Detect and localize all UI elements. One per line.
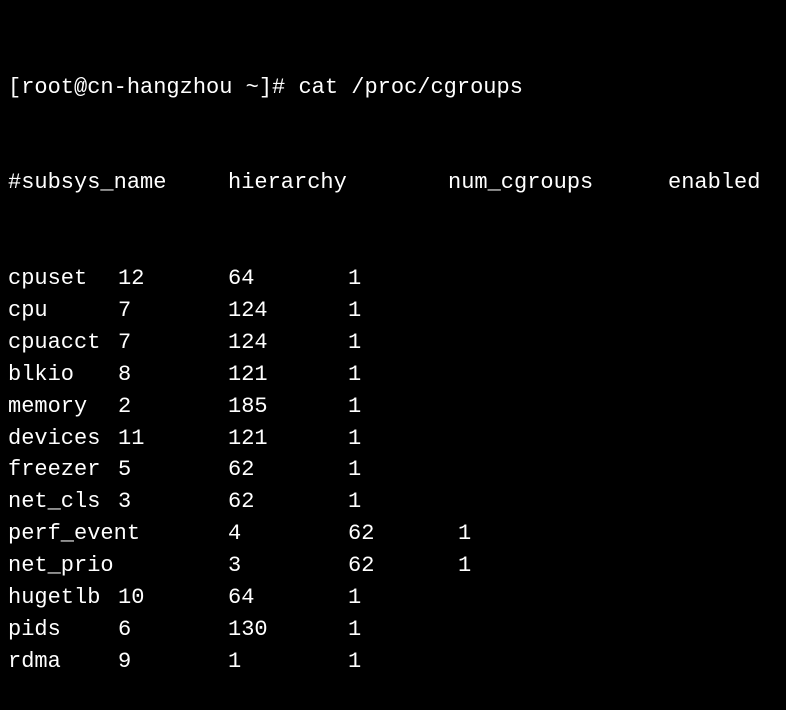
cell-subsys: hugetlb <box>8 582 118 614</box>
header-enabled: enabled <box>668 167 778 199</box>
table-row: freezer5621 <box>8 454 778 486</box>
cell-num-cgroups: 121 <box>228 359 348 391</box>
cell-subsys: memory <box>8 391 118 423</box>
table-row: hugetlb10641 <box>8 582 778 614</box>
table-body: cpuset12641cpu71241cpuacct71241blkio8121… <box>8 263 778 678</box>
cell-enabled: 1 <box>348 614 458 646</box>
cell-hierarchy: 9 <box>118 646 228 678</box>
terminal-output: [root@cn-hangzhou ~]# cat /proc/cgroups … <box>8 8 778 710</box>
cell-num-cgroups: 64 <box>228 582 348 614</box>
cell-hierarchy: 5 <box>118 454 228 486</box>
cell-subsys: perf_event <box>8 518 228 550</box>
cell-num-cgroups: 62 <box>228 486 348 518</box>
cell-hierarchy: 6 <box>118 614 228 646</box>
prompt-line: [root@cn-hangzhou ~]# cat /proc/cgroups <box>8 72 778 104</box>
cell-hierarchy: 12 <box>118 263 228 295</box>
cell-enabled: 1 <box>348 486 458 518</box>
cell-hierarchy: 7 <box>118 295 228 327</box>
cell-num-cgroups: 64 <box>228 263 348 295</box>
cell-num-cgroups: 124 <box>228 327 348 359</box>
shell-prompt: [root@cn-hangzhou ~]# <box>8 72 285 104</box>
cell-enabled: 1 <box>348 359 458 391</box>
cell-hierarchy: 2 <box>118 391 228 423</box>
cell-subsys: cpuset <box>8 263 118 295</box>
cell-enabled: 1 <box>348 454 458 486</box>
cell-subsys: net_cls <box>8 486 118 518</box>
cell-num-cgroups: 62 <box>348 518 458 550</box>
cell-enabled: 1 <box>348 263 458 295</box>
header-subsys: #subsys_name <box>8 167 228 199</box>
cell-hierarchy: 7 <box>118 327 228 359</box>
cell-num-cgroups: 185 <box>228 391 348 423</box>
cell-subsys: pids <box>8 614 118 646</box>
cell-enabled: 1 <box>348 295 458 327</box>
table-row: net_prio3621 <box>8 550 778 582</box>
cell-enabled: 1 <box>348 327 458 359</box>
header-hierarchy: hierarchy <box>228 167 448 199</box>
cell-hierarchy: 11 <box>118 423 228 455</box>
table-row: memory21851 <box>8 391 778 423</box>
cell-enabled: 1 <box>348 423 458 455</box>
cell-num-cgroups: 62 <box>348 550 458 582</box>
table-row: rdma911 <box>8 646 778 678</box>
table-row: pids61301 <box>8 614 778 646</box>
cell-enabled: 1 <box>458 550 568 582</box>
cell-hierarchy: 3 <box>228 550 348 582</box>
cell-subsys: freezer <box>8 454 118 486</box>
cell-enabled: 1 <box>348 646 458 678</box>
cell-subsys: devices <box>8 423 118 455</box>
table-row: cpu71241 <box>8 295 778 327</box>
cell-hierarchy: 4 <box>228 518 348 550</box>
cell-num-cgroups: 124 <box>228 295 348 327</box>
header-num-cgroups: num_cgroups <box>448 167 668 199</box>
cell-enabled: 1 <box>348 582 458 614</box>
cell-enabled: 1 <box>348 391 458 423</box>
cell-enabled: 1 <box>458 518 568 550</box>
table-row: net_cls3621 <box>8 486 778 518</box>
cell-num-cgroups: 1 <box>228 646 348 678</box>
shell-command: cat /proc/cgroups <box>298 72 522 104</box>
cell-subsys: net_prio <box>8 550 228 582</box>
cell-subsys: cpuacct <box>8 327 118 359</box>
cell-hierarchy: 10 <box>118 582 228 614</box>
table-row: blkio81211 <box>8 359 778 391</box>
table-row: devices111211 <box>8 423 778 455</box>
cell-num-cgroups: 130 <box>228 614 348 646</box>
table-row: perf_event4621 <box>8 518 778 550</box>
table-header: #subsys_name hierarchy num_cgroups enabl… <box>8 167 778 199</box>
cell-hierarchy: 8 <box>118 359 228 391</box>
prompt-space <box>285 72 298 104</box>
cell-num-cgroups: 62 <box>228 454 348 486</box>
cell-subsys: rdma <box>8 646 118 678</box>
cell-num-cgroups: 121 <box>228 423 348 455</box>
table-row: cpuset12641 <box>8 263 778 295</box>
table-row: cpuacct71241 <box>8 327 778 359</box>
cell-subsys: blkio <box>8 359 118 391</box>
cell-subsys: cpu <box>8 295 118 327</box>
cell-hierarchy: 3 <box>118 486 228 518</box>
